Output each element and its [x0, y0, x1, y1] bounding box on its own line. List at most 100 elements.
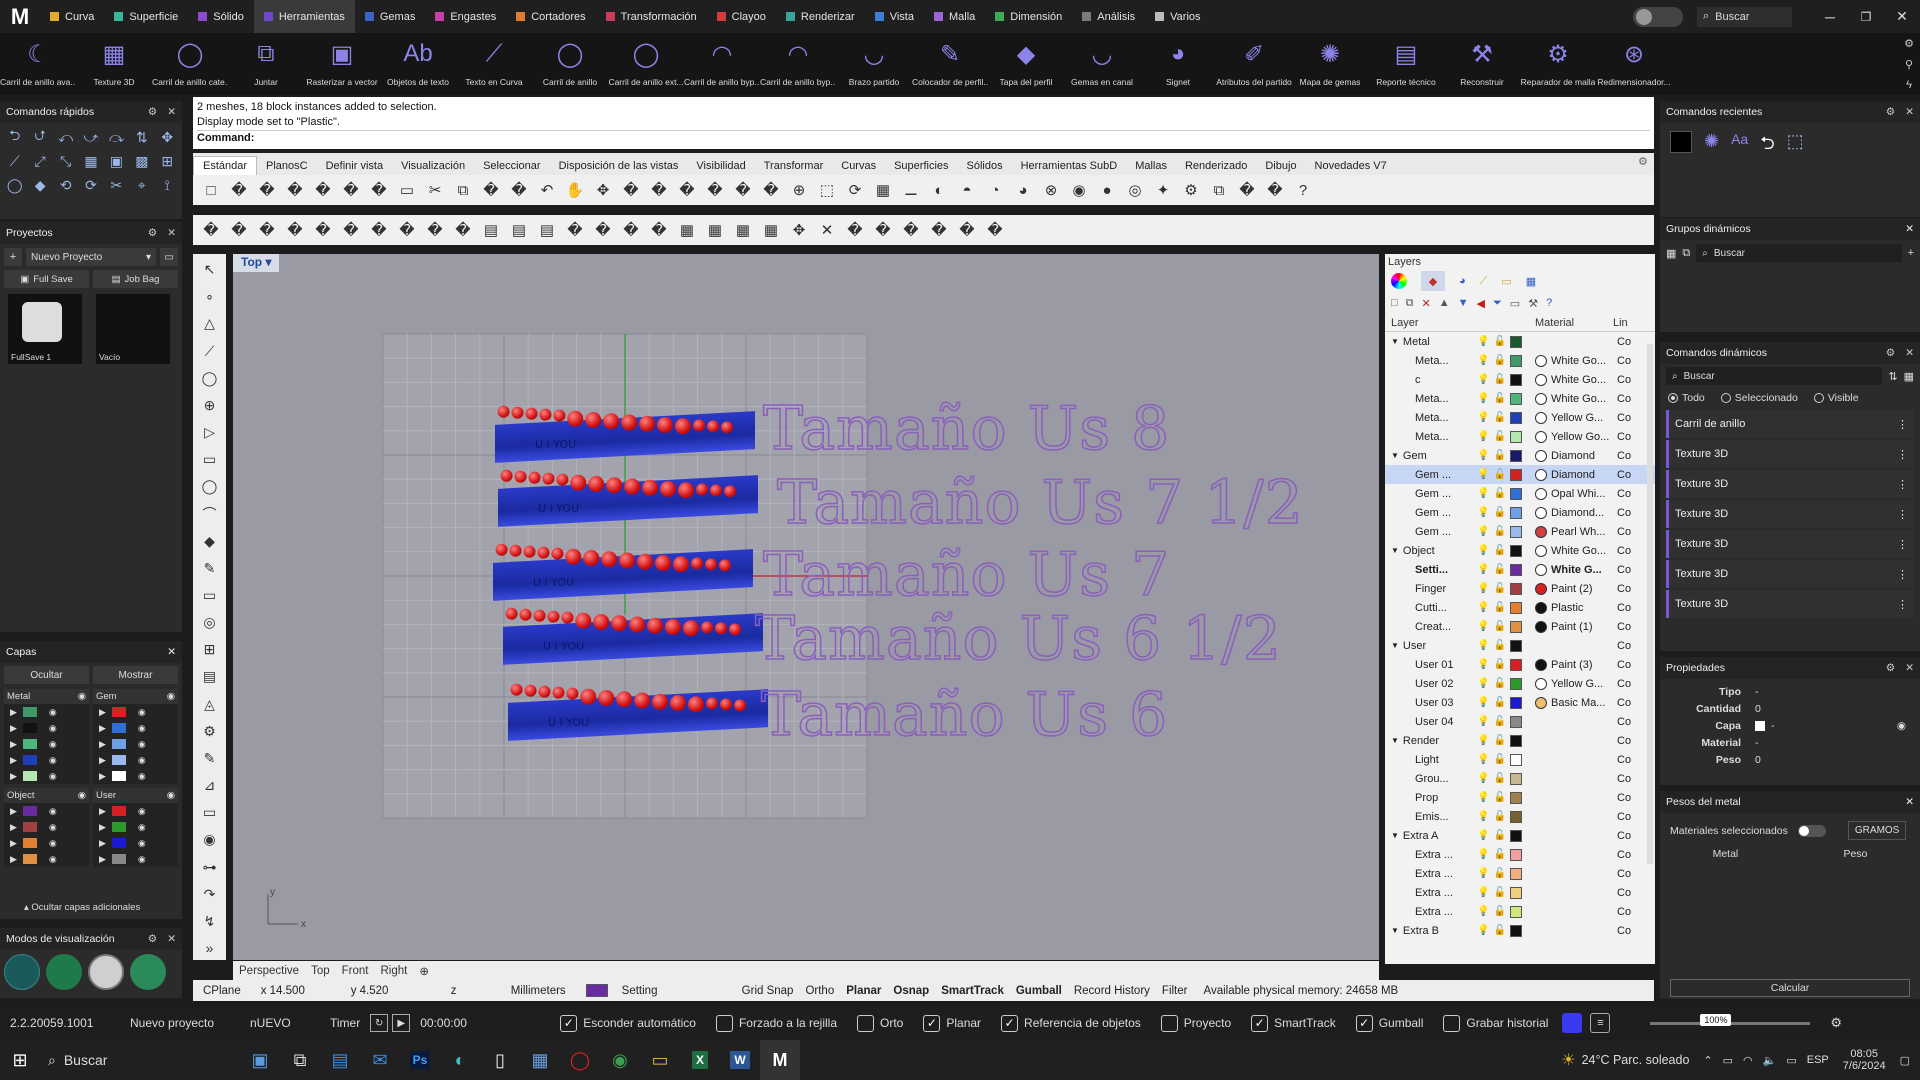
layer-row[interactable]: Finger 💡 🔓 Paint (2) Co — [1385, 579, 1655, 598]
radio-todo[interactable]: Todo — [1668, 392, 1705, 404]
ribbon-tool[interactable]: ⚒ Reconstruir — [1444, 33, 1520, 95]
toolbar-settings-icon[interactable]: ⚙ — [1638, 155, 1648, 168]
layer-color-swatch[interactable] — [1509, 772, 1522, 785]
lock-open-icon[interactable]: 🔓 — [1493, 811, 1505, 822]
close-icon[interactable]: ✕ — [1905, 223, 1914, 235]
expand-icon[interactable]: ▶ — [10, 771, 17, 782]
radio-seleccionado[interactable]: Seleccionado — [1720, 392, 1798, 404]
status-toggle-osnap[interactable]: Osnap — [887, 985, 935, 997]
folder-icon[interactable]: ▭ — [1501, 275, 1511, 288]
toolbar-tab[interactable]: Disposición de las vistas — [550, 157, 688, 175]
drawing-tool-icon[interactable]: ▷ — [197, 421, 223, 444]
visibility-icon[interactable]: ◉ — [138, 854, 146, 865]
layer-color-swatch[interactable] — [1509, 335, 1522, 348]
visibility-icon[interactable]: ◉ — [49, 771, 57, 782]
drawing-tool-icon[interactable]: ◎ — [197, 611, 223, 634]
project-thumb-empty[interactable]: Vacío — [96, 294, 170, 364]
settings-icon[interactable]: ⚙ — [148, 933, 157, 945]
toolbar-tab[interactable]: Sólidos — [958, 157, 1012, 175]
visibility-icon[interactable]: ◉ — [138, 806, 146, 817]
lock-open-icon[interactable]: 🔓 — [1493, 564, 1505, 575]
toolbar-icon[interactable]: � — [619, 218, 643, 242]
toolbar-icon[interactable]: ⧉ — [1207, 178, 1231, 202]
layer-row[interactable]: ▼ Render 💡 🔓 Co — [1385, 731, 1655, 750]
help-icon[interactable]: ? — [1546, 297, 1552, 309]
layer-row[interactable]: Gem ... 💡 🔓 Pearl Wh... Co — [1385, 522, 1655, 541]
size-label[interactable]: Tamaño Us 7 1/2 — [776, 467, 1304, 539]
filter-icon[interactable]: ⏷ — [1493, 297, 1502, 310]
menu-tab-curva[interactable]: Curva — [40, 0, 104, 33]
visibility-icon[interactable]: ◉ — [167, 691, 175, 702]
layer-color-swatch[interactable] — [1509, 696, 1522, 709]
quick-command-icon[interactable]: ⇅ — [130, 126, 153, 148]
lightbulb-icon[interactable]: 💡 — [1477, 830, 1489, 841]
lightbulb-icon[interactable]: 💡 — [1477, 621, 1489, 632]
lightbulb-icon[interactable]: 💡 — [1477, 678, 1489, 689]
settings-icon[interactable]: ⚙ — [1886, 662, 1895, 674]
checkbox-proyecto[interactable]: Proyecto — [1151, 1014, 1241, 1032]
settings-icon[interactable]: ⚙ — [1886, 347, 1895, 359]
units-label[interactable]: Millimeters — [501, 985, 576, 997]
lock-open-icon[interactable]: 🔓 — [1493, 621, 1505, 632]
toolbar-icon[interactable]: ✕ — [815, 218, 839, 242]
layer-color-swatch[interactable] — [1509, 848, 1522, 861]
visibility-icon[interactable]: ◉ — [138, 755, 146, 766]
layer-color-swatch[interactable] — [1509, 810, 1522, 823]
ribbon-tool[interactable]: ✺ Mapa de gemas — [1292, 33, 1368, 95]
layer-color-swatch[interactable] — [1509, 734, 1522, 747]
lock-open-icon[interactable]: 🔓 — [1493, 526, 1505, 537]
ribbon-tool[interactable]: Ab Objetos de texto — [380, 33, 456, 95]
layer-group-row[interactable]: ▶ ◉ — [4, 752, 89, 768]
dynamic-command-item[interactable]: Texture 3D ⋮ — [1666, 440, 1914, 468]
layer-color-swatch[interactable] — [1509, 886, 1522, 899]
toolbar-icon[interactable]: □ — [199, 178, 223, 202]
lock-open-icon[interactable]: 🔓 — [1493, 792, 1505, 803]
drawing-tool-icon[interactable]: ↷ — [197, 883, 223, 906]
menu-tab-transformación[interactable]: Transformación — [596, 0, 707, 33]
layer-group-row[interactable]: ▶ ◉ — [93, 752, 178, 768]
toolbar-icon[interactable]: ◔ — [983, 178, 1007, 202]
visibility-icon[interactable]: ◉ — [49, 707, 57, 718]
project-thumb-fullsave[interactable]: FullSave 1 — [8, 294, 82, 364]
toolbar-icon[interactable]: ▤ — [479, 218, 503, 242]
lightbulb-icon[interactable]: 💡 — [1477, 450, 1489, 461]
ribbon-tool[interactable]: ◕ Signet — [1140, 33, 1216, 95]
drawing-tool-icon[interactable]: ⊶ — [197, 855, 223, 878]
ribbon-tool[interactable]: ◆ Tapa del perfil — [988, 33, 1064, 95]
mail-icon[interactable]: ✉ — [360, 1040, 400, 1080]
color-wheel-icon[interactable] — [1391, 273, 1407, 289]
windows-start-icon[interactable]: ⊞ — [0, 1040, 40, 1080]
minimize-icon[interactable]: ─ — [1812, 9, 1848, 25]
toolbar-icon[interactable]: � — [255, 178, 279, 202]
dynamic-command-item[interactable]: Texture 3D ⋮ — [1666, 560, 1914, 588]
toolbar-icon[interactable]: ✦ — [1151, 178, 1175, 202]
settings-icon[interactable]: ⚙ — [1904, 37, 1914, 50]
close-icon[interactable]: ✕ — [167, 106, 176, 118]
drawing-tool-icon[interactable]: ✎ — [197, 747, 223, 770]
status-toggle-grid-snap[interactable]: Grid Snap — [736, 985, 800, 997]
layer-row[interactable]: Extra ... 💡 🔓 Co — [1385, 902, 1655, 921]
status-toggle-gumball[interactable]: Gumball — [1010, 985, 1068, 997]
layer-color-swatch[interactable] — [1509, 639, 1522, 652]
ribbon-tool[interactable]: ⧉ Juntar — [228, 33, 304, 95]
visibility-icon[interactable]: ◉ — [49, 854, 57, 865]
toolbar-icon[interactable]: � — [843, 218, 867, 242]
layer-row[interactable]: Light 💡 🔓 Co — [1385, 750, 1655, 769]
grid-icon[interactable]: ▦ — [1904, 370, 1914, 383]
toolbar-icon[interactable]: � — [199, 218, 223, 242]
toolbar-icon[interactable]: � — [227, 218, 251, 242]
toolbar-icon[interactable]: ⟳ — [843, 178, 867, 202]
status-toggle-record-history[interactable]: Record History — [1068, 985, 1156, 997]
drawing-tool-icon[interactable]: ↖ — [197, 258, 223, 281]
close-icon[interactable]: ✕ — [1905, 796, 1914, 808]
weather-icon[interactable]: ☀ — [1561, 1050, 1575, 1070]
toolbar-icon[interactable]: � — [367, 178, 391, 202]
lightbulb-icon[interactable]: 💡 — [1477, 526, 1489, 537]
toolbar-tab[interactable]: Dibujo — [1256, 157, 1305, 175]
close-icon[interactable]: ✕ — [1905, 106, 1914, 118]
shaded-mode-icon[interactable] — [46, 954, 82, 990]
settings-icon[interactable]: ⚙ — [1886, 106, 1895, 118]
viewport-tab-front[interactable]: Front — [336, 965, 375, 977]
layer-group-row[interactable]: ▶ ◉ — [93, 736, 178, 752]
ring-band[interactable]: U I YOU — [503, 607, 763, 665]
